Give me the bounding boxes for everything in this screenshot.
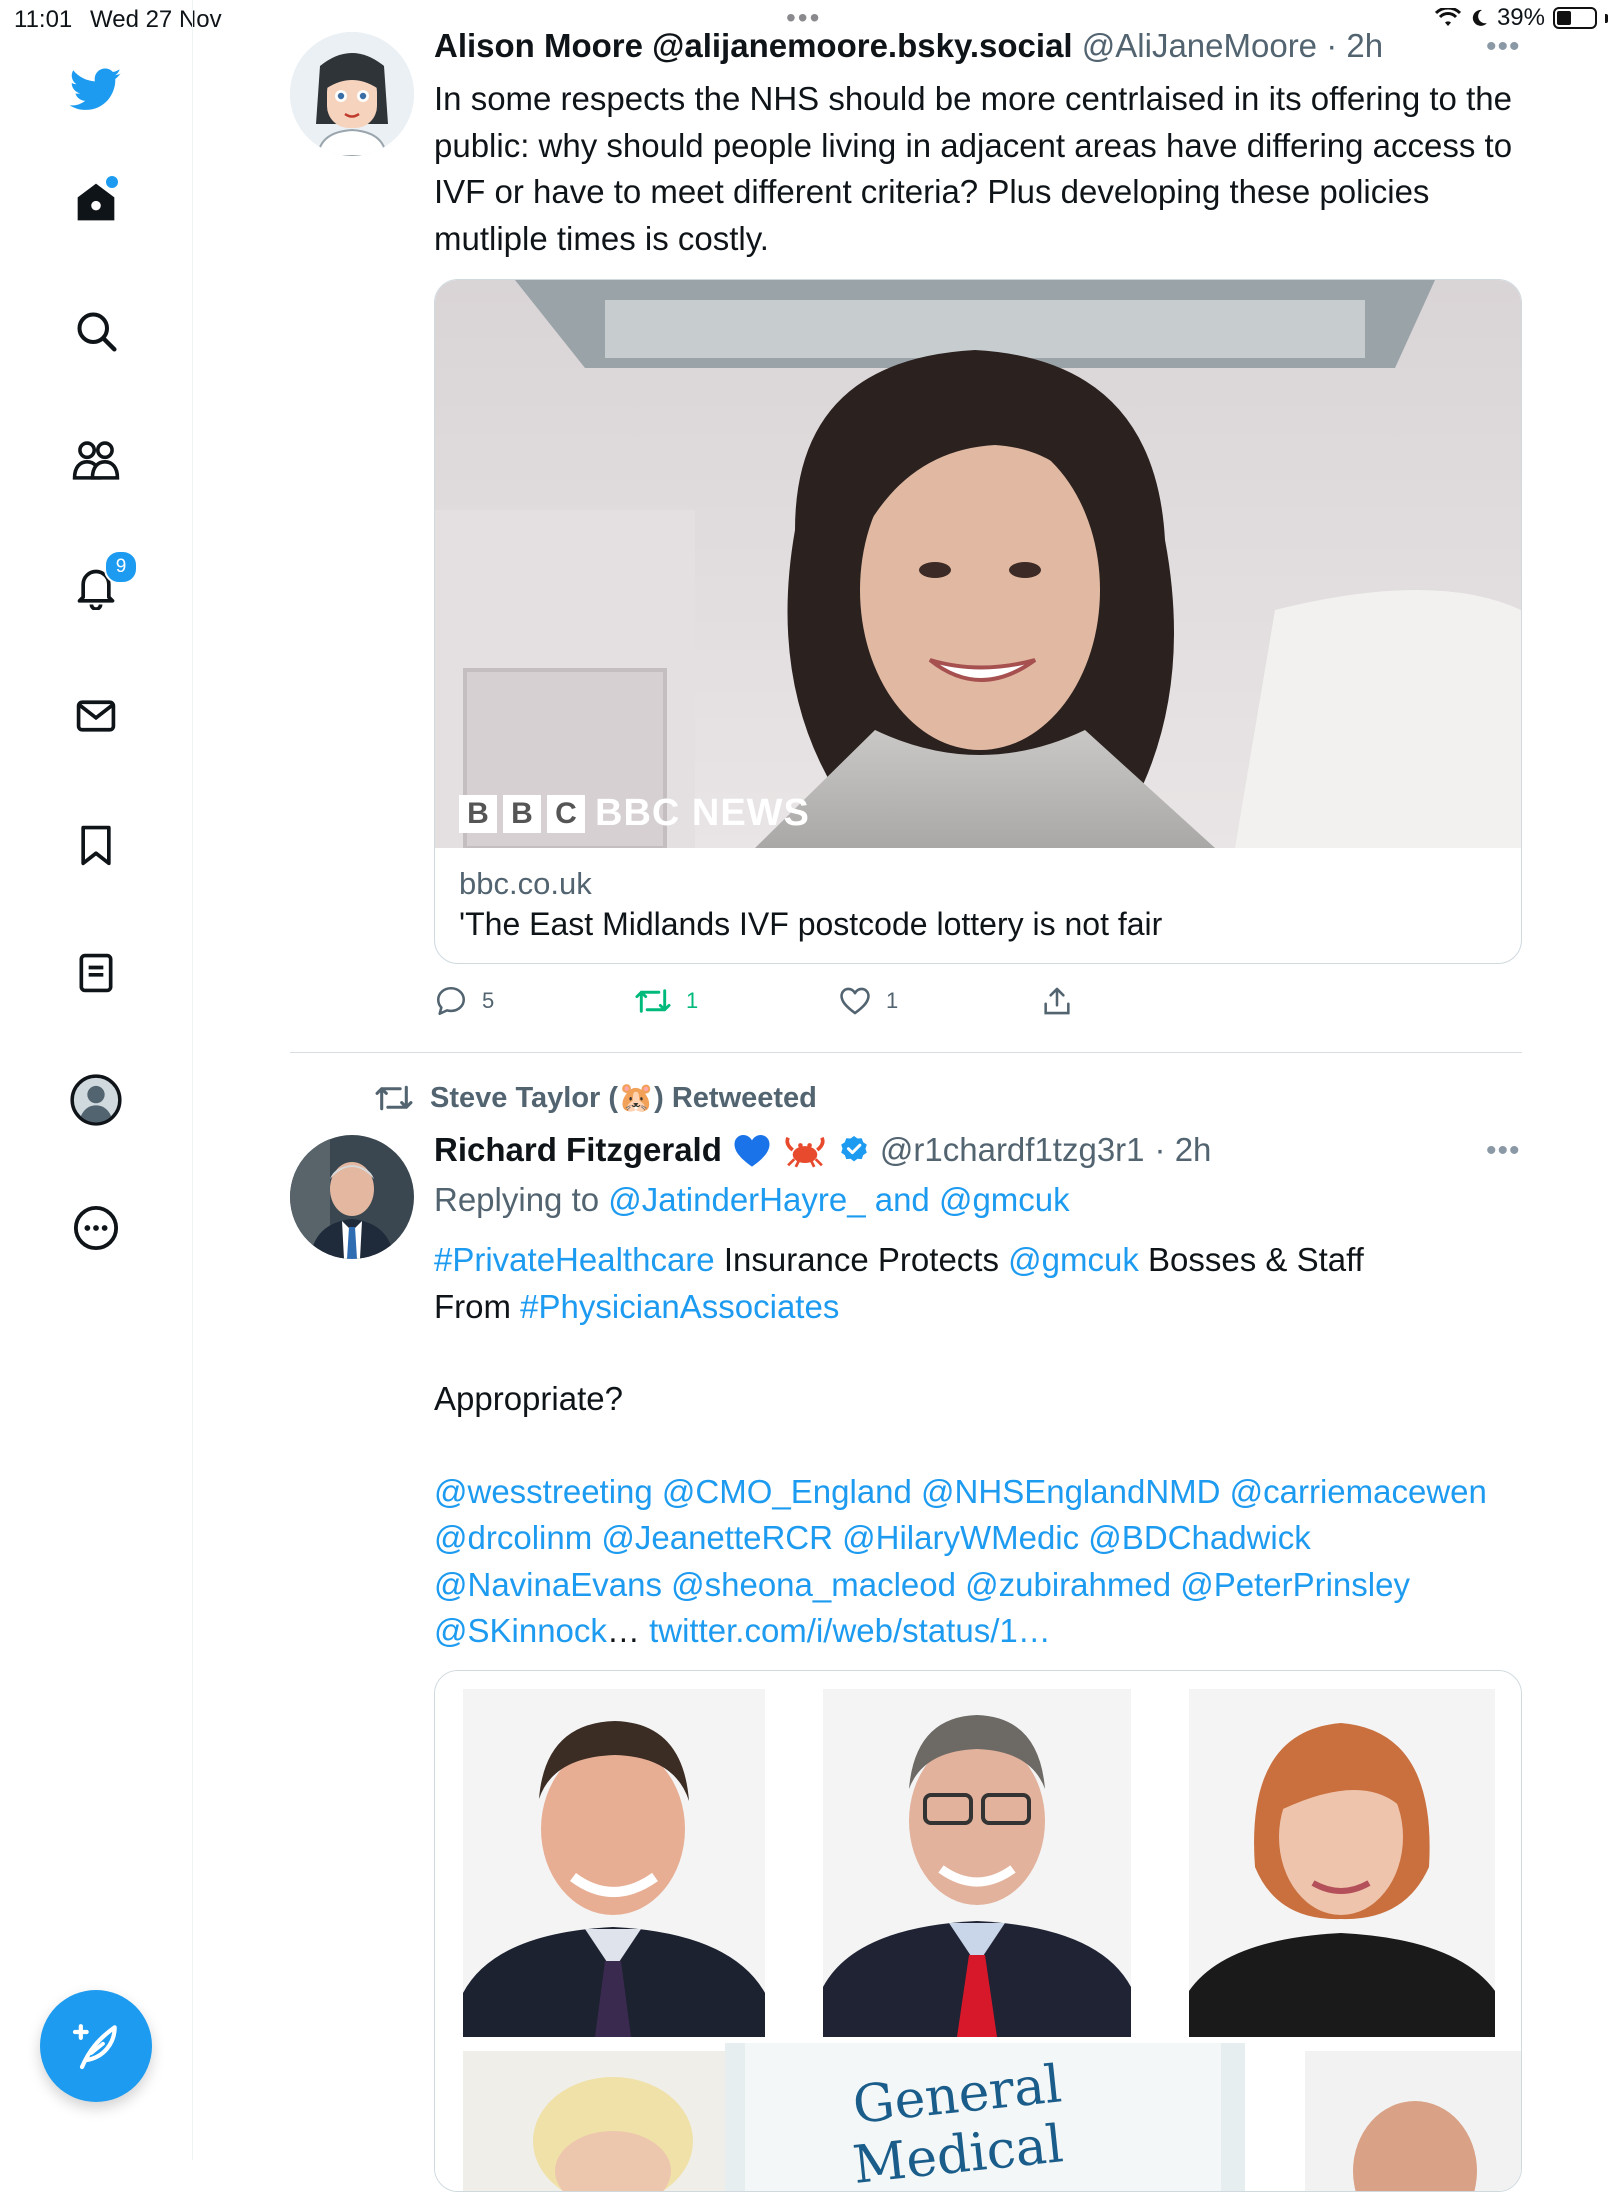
retweet-icon xyxy=(375,1085,413,1111)
tweet-1-retweet-button[interactable]: 1 xyxy=(634,984,698,1018)
tweet-2-mentions[interactable]: @wesstreeting @CMO_England @NHSEnglandNM… xyxy=(434,1473,1487,1603)
sidebar-item-home[interactable] xyxy=(62,168,130,236)
tweet-2-line-1: #PrivateHealthcare Insurance Protects @g… xyxy=(434,1237,1514,1284)
sidebar-item-messages[interactable] xyxy=(62,682,130,750)
verified-badge-icon xyxy=(841,1136,867,1162)
notifications-badge: 9 xyxy=(104,550,138,584)
people-icon xyxy=(72,441,120,480)
gmc-sign-photo: General Medical xyxy=(725,2043,1245,2191)
share-icon xyxy=(1044,987,1070,1015)
tweet-1-share-button[interactable] xyxy=(1040,984,1074,1018)
tweet-1-link-card[interactable]: B B C BBC NEWS bbc.co.uk 'The East Midla… xyxy=(434,279,1522,964)
mention-gmcuk[interactable]: @gmcuk xyxy=(1008,1241,1139,1278)
more-circle-icon xyxy=(73,1205,119,1251)
sidebar: 9 xyxy=(0,0,193,2160)
bbc-news-logo: B B C BBC NEWS xyxy=(459,792,810,835)
heart-icon xyxy=(840,987,870,1015)
truncation-ellipsis: … xyxy=(606,1612,640,1649)
replying-to-prefix: Replying to xyxy=(434,1181,609,1218)
replying-to-users[interactable]: @JatinderHayre_ and @gmcuk xyxy=(608,1181,1069,1218)
sidebar-item-lists[interactable] xyxy=(62,939,130,1007)
reply-icon xyxy=(436,986,466,1016)
tweet-1-reply-button[interactable]: 5 xyxy=(434,984,494,1018)
richard-fitzgerald-avatar[interactable] xyxy=(290,1135,414,1259)
alison-moore-avatar[interactable] xyxy=(290,32,414,156)
battery-nub xyxy=(1605,13,1608,23)
tweet-2-line-2: From #PhysicianAssociates xyxy=(434,1284,1514,1331)
home-new-dot xyxy=(104,174,120,190)
sidebar-item-notifications[interactable]: 9 xyxy=(62,550,138,622)
news-photo-woman xyxy=(435,280,1521,848)
blue-heart-icon xyxy=(734,1135,770,1167)
feather-plus-icon xyxy=(72,2024,117,2070)
mention-skinnock[interactable]: @SKinnock xyxy=(434,1612,607,1649)
replying-to: Replying to @JatinderHayre_ and @gmcuk xyxy=(434,1178,1070,1222)
sidebar-item-explore[interactable] xyxy=(62,297,130,365)
photo-woman-4 xyxy=(463,2051,763,2191)
tweet-1-author[interactable]: Alison Moore @alijanemoore.bsky.social xyxy=(434,27,1073,64)
hashtag-physicianassociates[interactable]: #PhysicianAssociates xyxy=(520,1288,839,1325)
battery-level xyxy=(1557,11,1571,25)
retweet-icon xyxy=(635,989,671,1013)
battery-icon xyxy=(1553,7,1597,29)
tweet-2-body: #PrivateHealthcare Insurance Protects @g… xyxy=(434,1237,1514,1655)
status-link[interactable]: twitter.com/i/web/status/1… xyxy=(640,1612,1051,1649)
tweet-2-more-icon[interactable]: ••• xyxy=(1486,1134,1521,1168)
tweet-1-more-icon[interactable]: ••• xyxy=(1486,30,1521,64)
hashtag-privatehealthcare[interactable]: #PrivateHealthcare xyxy=(434,1241,715,1278)
tweet-1-card-image: B B C BBC NEWS xyxy=(435,280,1521,848)
compose-tweet-button[interactable] xyxy=(40,1990,152,2102)
tweet-1-reply-count: 5 xyxy=(482,988,495,1013)
tweet-2-time[interactable]: · 2h xyxy=(1155,1128,1212,1172)
photo-man-1 xyxy=(463,1689,765,2037)
tweet-divider xyxy=(290,1052,1522,1053)
bookmark-icon xyxy=(81,825,111,866)
sidebar-item-bookmarks[interactable] xyxy=(62,811,130,879)
tweet-1-header: Alison Moore @alijanemoore.bsky.social @… xyxy=(434,24,1514,68)
tweet-2-text-1: Insurance Protects xyxy=(714,1241,1009,1278)
tweet-1-handle[interactable]: @AliJaneMoore xyxy=(1082,27,1317,64)
tweet-2-text-2: Bosses & Staff xyxy=(1138,1241,1364,1278)
tweet-2-author[interactable]: Richard Fitzgerald xyxy=(434,1128,722,1172)
tweet-2-image-collage[interactable]: General Medical xyxy=(434,1670,1522,2192)
tweet-1-retweet-count: 1 xyxy=(686,988,699,1013)
tweet-1-time[interactable]: · 2h xyxy=(1326,27,1383,64)
profile-icon xyxy=(70,1074,122,1126)
tweet-2-handle[interactable]: @r1chardf1tzg3r1 xyxy=(880,1128,1145,1172)
tweet-2-question: Appropriate? xyxy=(434,1380,623,1417)
photo-man-5 xyxy=(1305,2051,1521,2191)
crab-icon xyxy=(785,1136,825,1168)
list-icon xyxy=(79,953,113,993)
sidebar-item-communities[interactable] xyxy=(62,426,130,494)
tweet-1-like-button[interactable]: 1 xyxy=(838,984,898,1018)
tweet-1-card-domain: bbc.co.uk xyxy=(459,866,592,901)
twitter-logo-icon[interactable] xyxy=(62,56,130,124)
tweet-2-header: Richard Fitzgerald @r1chardf1tzg3r1 · 2h xyxy=(434,1128,1484,1172)
gmc-executives-photos: General Medical xyxy=(435,1671,1521,2191)
photo-woman-3 xyxy=(1189,1689,1495,2037)
sidebar-item-more[interactable] xyxy=(62,1194,130,1262)
tweet-1-text: In some respects the NHS should be more … xyxy=(434,80,1513,257)
tweet-1-card-title: 'The East Midlands IVF postcode lottery … xyxy=(459,906,1163,942)
tweet-1-like-count: 1 xyxy=(886,988,899,1013)
photo-man-2 xyxy=(823,1689,1131,2037)
sidebar-item-profile[interactable] xyxy=(62,1066,130,1134)
retweeted-by-text: Steve Taylor (🐹) Retweeted xyxy=(430,1082,817,1114)
search-icon xyxy=(77,312,117,352)
bbc-news-text: BBC NEWS xyxy=(595,792,810,834)
retweet-context[interactable]: Steve Taylor (🐹) Retweeted xyxy=(374,1081,817,1115)
mail-icon xyxy=(76,700,116,732)
tweet-2-text-3: From xyxy=(434,1287,521,1325)
